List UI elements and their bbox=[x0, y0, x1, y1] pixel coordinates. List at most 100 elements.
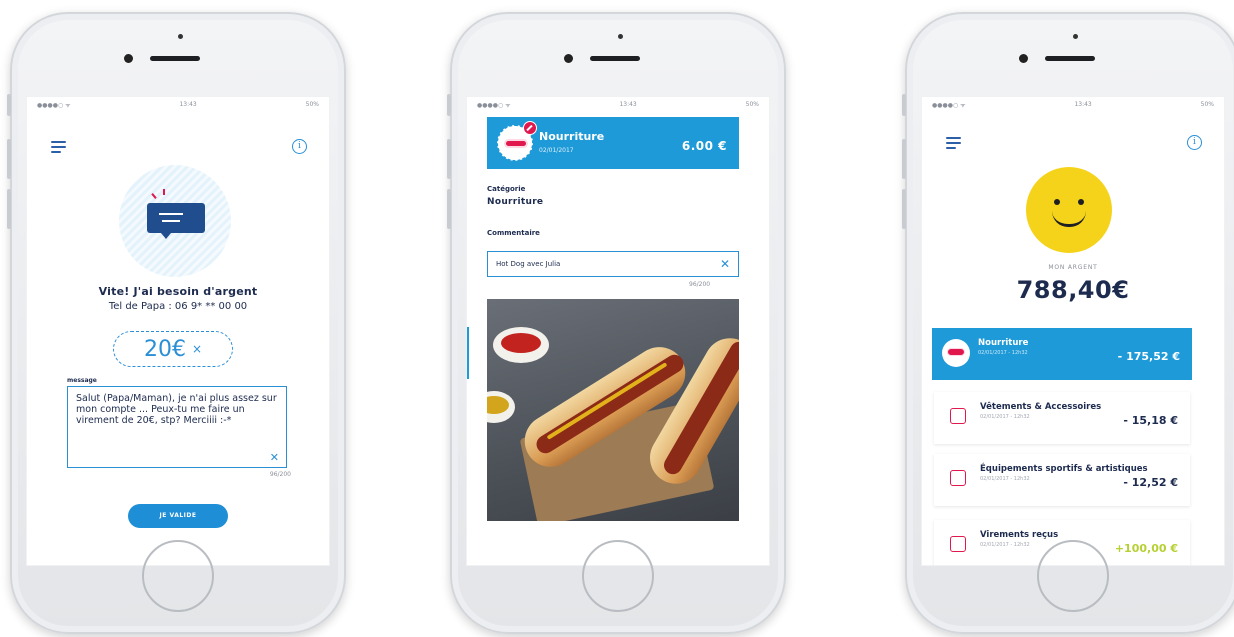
volume-up-button bbox=[902, 139, 906, 179]
clear-comment-icon[interactable]: ✕ bbox=[720, 252, 730, 276]
smiley-eye bbox=[1078, 199, 1084, 205]
comment-label: Commentaire bbox=[487, 229, 540, 237]
ketchup-bowl bbox=[493, 327, 549, 363]
expense-amount: 6.00 € bbox=[681, 139, 727, 153]
category-label: Catégorie bbox=[487, 185, 526, 193]
scroll-indicator bbox=[467, 327, 469, 379]
status-bar: ●●●●○ ᯤ 13:43 50% bbox=[922, 101, 1224, 113]
mute-switch bbox=[902, 94, 906, 116]
earpiece-speaker bbox=[1045, 56, 1095, 61]
expense-date: 02/01/2017 bbox=[539, 147, 574, 154]
volume-down-button bbox=[447, 189, 451, 229]
comment-char-count: 96/200 bbox=[689, 281, 711, 288]
smiley-eye bbox=[1054, 199, 1060, 205]
status-bar: ●●●●○ ᯤ 13:43 50% bbox=[467, 101, 769, 113]
chat-bubble-line bbox=[162, 220, 180, 222]
front-camera bbox=[564, 54, 573, 63]
phone-mockup-balance: ●●●●○ ᯤ 13:43 50% i MON ARGENT 788,40€ N… bbox=[902, 12, 1234, 634]
amount-field[interactable]: 20€ × bbox=[113, 331, 233, 367]
tshirt-icon bbox=[944, 403, 972, 431]
transaction-row[interactable]: Vêtements & Accessoires 02/01/2017 - 12h… bbox=[934, 392, 1190, 444]
status-time: 13:43 bbox=[179, 101, 197, 108]
expense-header: Nourriture 02/01/2017 6.00 € bbox=[487, 117, 739, 169]
transaction-date: 02/01/2017 - 12h32 bbox=[980, 542, 1030, 548]
transaction-name: Nourriture bbox=[978, 338, 1029, 348]
mustard-bowl bbox=[487, 391, 515, 423]
transaction-date: 02/01/2017 - 12h32 bbox=[978, 350, 1028, 356]
expense-photo[interactable] bbox=[487, 299, 739, 521]
transaction-row[interactable]: Nourriture 02/01/2017 - 12h32 - 175,52 € bbox=[932, 328, 1192, 380]
hotdog-icon bbox=[942, 339, 970, 367]
category-value[interactable]: Nourriture bbox=[487, 197, 543, 207]
message-text: Salut (Papa/Maman), je n'ai plus assez s… bbox=[76, 393, 277, 426]
status-carrier: ●●●●○ ᯤ bbox=[37, 102, 71, 109]
chat-bubble-icon bbox=[147, 203, 205, 239]
menu-icon[interactable] bbox=[946, 137, 961, 152]
transaction-name: Équipements sportifs & artistiques bbox=[980, 464, 1148, 474]
status-battery: 50% bbox=[1200, 101, 1214, 108]
proximity-sensor bbox=[1073, 34, 1078, 39]
validate-button[interactable]: JE VALIDE bbox=[128, 504, 228, 528]
phone-mockup-expense-detail: ●●●●○ ᯤ 13:43 50% Nourriture 02/01/2017 … bbox=[447, 12, 786, 634]
comment-input[interactable]: Hot Dog avec Julia ✕ bbox=[487, 251, 739, 277]
info-icon[interactable]: i bbox=[292, 139, 307, 154]
hotdog-icon bbox=[504, 139, 528, 148]
screen-balance: ●●●●○ ᯤ 13:43 50% i MON ARGENT 788,40€ N… bbox=[921, 96, 1225, 566]
wallet-icon bbox=[944, 531, 972, 559]
parent-phone: Tel de Papa : 06 9* ** 00 00 bbox=[108, 301, 248, 312]
info-icon[interactable]: i bbox=[1187, 135, 1202, 150]
request-title: Vite! J'ai besoin d'argent bbox=[98, 285, 258, 298]
clear-message-icon[interactable]: ✕ bbox=[270, 452, 279, 463]
status-time: 13:43 bbox=[1074, 101, 1092, 108]
screen-expense-detail: ●●●●○ ᯤ 13:43 50% Nourriture 02/01/2017 … bbox=[466, 96, 770, 566]
balance-value: 788,40€ bbox=[1016, 276, 1130, 304]
menu-icon[interactable] bbox=[51, 141, 66, 156]
transaction-date: 02/01/2017 - 12h32 bbox=[980, 476, 1030, 482]
front-camera bbox=[124, 54, 133, 63]
smiley-mouth bbox=[1052, 211, 1086, 227]
status-carrier: ●●●●○ ᯤ bbox=[477, 102, 511, 109]
status-battery: 50% bbox=[305, 101, 319, 108]
volume-down-button bbox=[7, 189, 11, 229]
chat-bubble-line bbox=[159, 213, 183, 215]
mute-switch bbox=[447, 94, 451, 116]
transaction-name: Virements reçus bbox=[980, 530, 1059, 540]
status-battery: 50% bbox=[745, 101, 759, 108]
transaction-amount: - 175,52 € bbox=[1117, 350, 1180, 363]
transaction-name: Vêtements & Accessoires bbox=[980, 402, 1102, 412]
transaction-amount: +100,00 € bbox=[1114, 542, 1178, 555]
volume-up-button bbox=[447, 139, 451, 179]
mute-switch bbox=[7, 94, 11, 116]
message-textarea[interactable]: Salut (Papa/Maman), je n'ai plus assez s… bbox=[67, 386, 287, 468]
proximity-sensor bbox=[178, 34, 183, 39]
status-bar: ●●●●○ ᯤ 13:43 50% bbox=[27, 101, 329, 113]
front-camera bbox=[1019, 54, 1028, 63]
proximity-sensor bbox=[618, 34, 623, 39]
paint-icon bbox=[944, 465, 972, 493]
screen-request-money: ●●●●○ ᯤ 13:43 50% i Vite! J'ai besoin d'… bbox=[26, 96, 330, 566]
home-button bbox=[1037, 540, 1109, 612]
transaction-amount: - 15,18 € bbox=[1123, 414, 1178, 427]
balance-label: MON ARGENT bbox=[1048, 264, 1098, 271]
home-button bbox=[582, 540, 654, 612]
home-button bbox=[142, 540, 214, 612]
edit-icon[interactable] bbox=[523, 121, 537, 135]
spark-icon bbox=[163, 189, 165, 195]
message-label: message bbox=[67, 377, 97, 384]
amount-value: 20€ bbox=[143, 336, 186, 362]
earpiece-speaker bbox=[150, 56, 200, 61]
earpiece-speaker bbox=[590, 56, 640, 61]
clear-amount-icon[interactable]: × bbox=[192, 342, 202, 356]
expense-category-name: Nourriture bbox=[539, 130, 605, 143]
phone-mockup-request: ●●●●○ ᯤ 13:43 50% i Vite! J'ai besoin d'… bbox=[7, 12, 346, 634]
comment-value: Hot Dog avec Julia bbox=[496, 260, 561, 268]
status-time: 13:43 bbox=[619, 101, 637, 108]
happy-face-icon bbox=[1026, 167, 1112, 253]
transaction-row[interactable]: Équipements sportifs & artistiques 02/01… bbox=[934, 454, 1190, 506]
status-carrier: ●●●●○ ᯤ bbox=[932, 102, 966, 109]
transaction-date: 02/01/2017 - 12h32 bbox=[980, 414, 1030, 420]
volume-down-button bbox=[902, 189, 906, 229]
transaction-amount: - 12,52 € bbox=[1123, 476, 1178, 489]
message-char-count: 96/200 bbox=[269, 471, 291, 478]
volume-up-button bbox=[7, 139, 11, 179]
